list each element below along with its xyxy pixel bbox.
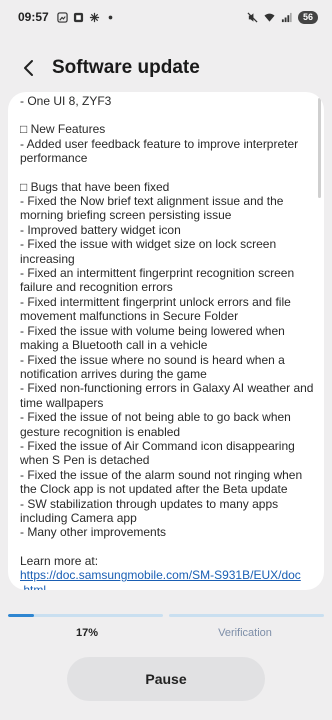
- dot-icon: [108, 15, 113, 19]
- grid-notification-icon: [89, 12, 99, 22]
- verification-label: Verification: [218, 627, 272, 639]
- download-progress-fill: [8, 614, 35, 617]
- note-line: - Fixed non-functioning errors in Galaxy…: [20, 381, 314, 396]
- verification-progress-track: [169, 614, 324, 617]
- note-line: - Fixed an intermittent fingerprint reco…: [20, 266, 295, 281]
- battery-icon: 56: [298, 10, 318, 24]
- release-notes-card[interactable]: - One UI 8, ZYF3 □ New Features - Added us…: [8, 92, 324, 590]
- back-button[interactable]: [14, 53, 44, 83]
- release-notes-text: - One UI 8, ZYF3 □ New Features - Added us…: [20, 94, 316, 590]
- status-time: 09:57: [18, 10, 49, 24]
- note-line: □ New Features: [20, 122, 106, 137]
- note-line: time wallpapers: [20, 395, 104, 410]
- wifi-icon: [264, 13, 275, 22]
- note-line: - Fixed the issue of Air Command icon di…: [20, 438, 295, 453]
- note-line: - Added user feedback feature to improve…: [20, 136, 299, 151]
- note-line: - SW stabilization through updates to ma…: [20, 496, 279, 511]
- note-line: the Clock app is not updated after the B…: [20, 482, 288, 497]
- system-icons: 56: [247, 10, 318, 24]
- note-line: gesture recognition is enabled: [20, 424, 181, 439]
- pause-button[interactable]: Pause: [67, 657, 265, 701]
- note-line: - Fixed the Now brief text alignment iss…: [20, 194, 284, 209]
- note-line: failure and recognition errors: [20, 280, 173, 295]
- status-bar: 09:57 56: [0, 0, 332, 34]
- image-notification-icon: [57, 11, 68, 23]
- page-title: Software update: [52, 57, 200, 78]
- note-line: - Fixed intermittent fingerprint unlock …: [20, 294, 291, 309]
- note-line: - Fixed the issue of the alarm sound not…: [20, 467, 303, 482]
- note-line: - Fixed the issue where no sound is hear…: [20, 352, 285, 367]
- learn-more-link[interactable]: .html: [20, 583, 316, 590]
- note-line: - Fixed the issue of not being able to g…: [20, 410, 291, 425]
- signal-icon: [281, 12, 292, 22]
- note-line: - Improved battery widget icon: [20, 222, 181, 237]
- note-line: morning briefing screen persisting issue: [20, 208, 232, 223]
- update-progress: [8, 614, 324, 618]
- note-line: notification arrives during the game: [20, 366, 207, 381]
- note-line: making a Bluetooth call in a vehicle: [20, 338, 208, 353]
- note-line: - Fixed the issue with volume being lowe…: [20, 323, 285, 338]
- note-line: performance: [20, 151, 88, 166]
- note-line: - Many other improvements: [20, 525, 167, 540]
- note-line: - Fixed the issue with widget size on lo…: [20, 237, 277, 252]
- progress-labels: 17% Verification: [8, 627, 324, 643]
- app-notification-icon: [73, 12, 83, 22]
- download-progress-track: [8, 614, 163, 617]
- scrollbar[interactable]: [318, 98, 321, 198]
- note-line: movement malfunctions in Secure Folder: [20, 309, 239, 324]
- note-line: increasing: [20, 251, 75, 266]
- chevron-left-icon: [24, 60, 33, 76]
- note-line: when S Pen is detached: [20, 453, 150, 468]
- download-percent: 17%: [75, 627, 99, 639]
- notification-icons: [57, 11, 116, 23]
- note-line: including Camera app: [20, 510, 137, 525]
- note-line: Learn more at:: [20, 553, 99, 568]
- note-line: - One UI 8, ZYF3: [20, 94, 112, 108]
- app-header: Software update: [0, 48, 332, 88]
- note-line: □ Bugs that have been fixed: [20, 179, 170, 194]
- learn-more-link[interactable]: https://doc.samsungmobile.com/SM-S931B/E…: [20, 568, 316, 582]
- mute-icon: [247, 11, 258, 23]
